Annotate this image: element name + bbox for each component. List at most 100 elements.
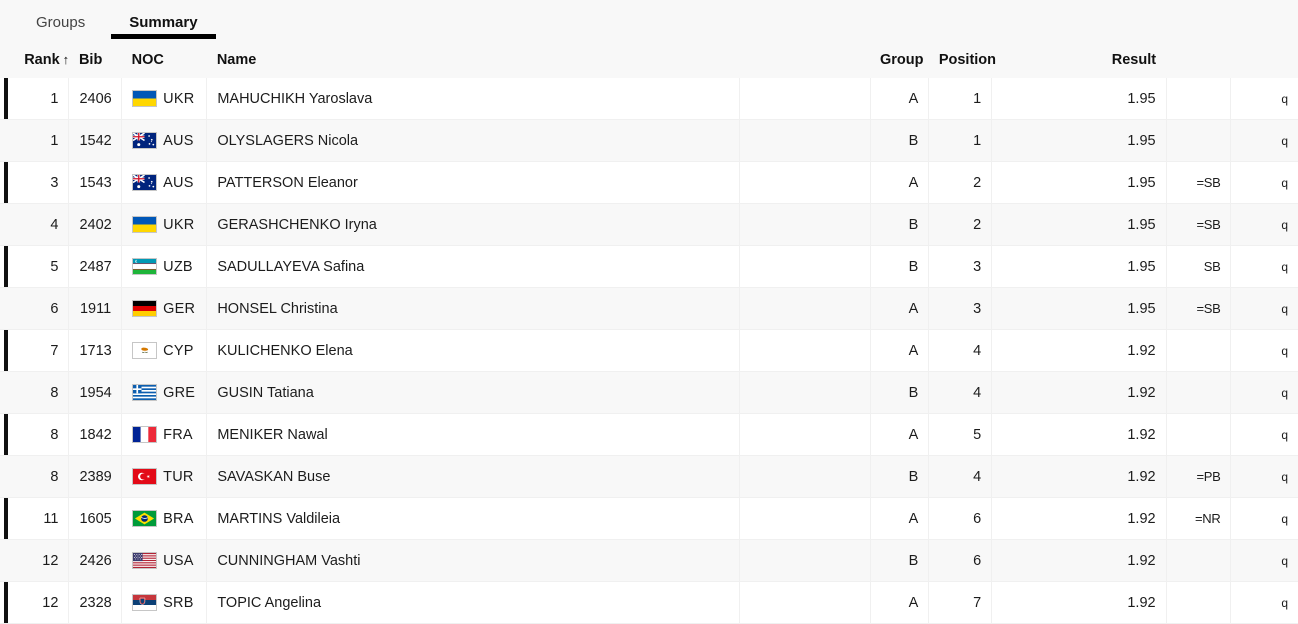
table-row[interactable]: 12 2426 USA CUNNINGHAM Vashti B 6 1.92 q (0, 539, 1298, 582)
flag-srb-icon (132, 594, 158, 611)
row-marker-cell (0, 329, 15, 372)
record-badge: =SB (1196, 216, 1221, 232)
cell-noc: USA (121, 539, 208, 582)
noc-code-label: AUS (163, 174, 194, 191)
qualification-mark: q (1281, 175, 1288, 190)
noc-code-label: UKR (163, 90, 195, 107)
rank-marker-bar (4, 330, 8, 371)
col-header-result[interactable]: Result (991, 44, 1167, 78)
cell-qualification: q (1230, 413, 1298, 456)
cell-noc: CYP (121, 329, 208, 372)
cell-result: 1.92 (991, 455, 1167, 498)
noc-code-label: USA (163, 552, 194, 569)
cell-qualification: q (1230, 203, 1298, 246)
cell-bib: 2328 (68, 581, 123, 624)
table-row[interactable]: 4 2402 UKR GERASHCHENKO Iryna B 2 1.95 =SB q (0, 203, 1298, 246)
cell-position: 3 (928, 287, 993, 330)
table-row[interactable]: 5 2487 UZB SADULLAYEVA Safina B 3 1.95 SB q (0, 245, 1298, 288)
flag-ukr-icon (132, 90, 158, 107)
flag-uzb-icon (132, 258, 158, 275)
cell-qualification: q (1230, 581, 1298, 624)
cell-record-badge: SB (1166, 245, 1232, 288)
table-row[interactable]: 7 1713 CYP KULICHENKO Elena A 4 1.92 q (0, 329, 1298, 372)
cell-name: OLYSLAGERS Nicola (206, 119, 740, 162)
cell-bib: 2402 (68, 203, 123, 246)
cell-noc: SRB (121, 581, 208, 624)
col-header-rank[interactable]: Rank ↑ (14, 44, 69, 78)
cell-qualification: q (1230, 329, 1298, 372)
cell-blank (739, 371, 871, 414)
col-header-bib[interactable]: Bib (68, 44, 122, 78)
tab-groups[interactable]: Groups (14, 0, 107, 44)
col-header-noc[interactable]: NOC (121, 44, 207, 78)
table-row[interactable]: 8 1954 GRE GUSIN Tatiana B 4 1.92 q (0, 371, 1298, 414)
table-row[interactable]: 8 1842 FRA MENIKER Nawal A 5 1.92 q (0, 413, 1298, 456)
athlete-name-label: CUNNINGHAM Vashti (217, 552, 361, 569)
cell-noc: GER (121, 287, 208, 330)
col-header-name[interactable]: Name (206, 44, 740, 78)
rank-marker-bar (4, 498, 8, 539)
cell-noc: AUS (121, 161, 208, 204)
qualification-mark: q (1281, 91, 1288, 106)
qualification-mark: q (1281, 301, 1288, 316)
qualification-mark: q (1281, 343, 1288, 358)
col-header-group[interactable]: Group (870, 44, 929, 78)
cell-qualification: q (1230, 78, 1298, 120)
cell-record-badge (1166, 119, 1232, 162)
cell-position: 6 (928, 497, 993, 540)
cell-group: B (870, 203, 930, 246)
table-row[interactable]: 11 1605 BRA MARTINS Valdileia A 6 1.92 =NR q (0, 497, 1298, 540)
cell-rank: 12 (14, 581, 70, 624)
cell-rank: 1 (14, 78, 70, 120)
noc-code-label: UKR (163, 216, 195, 233)
cell-group: B (870, 455, 930, 498)
cell-group: A (870, 329, 930, 372)
noc-code-label: GRE (163, 384, 196, 401)
qualification-mark: q (1281, 259, 1288, 274)
table-row[interactable]: 8 2389 TUR SAVASKAN Buse B 4 1.92 =PB q (0, 455, 1298, 498)
row-marker-cell (0, 455, 15, 498)
rank-marker-bar (4, 120, 8, 161)
flag-bra-icon (132, 510, 158, 527)
cell-group: B (870, 371, 930, 414)
rank-marker-bar (4, 162, 8, 203)
cell-position: 4 (928, 371, 993, 414)
cell-group: A (870, 497, 930, 540)
cell-position: 5 (928, 413, 993, 456)
col-header-position[interactable]: Position (928, 44, 996, 78)
cell-name: KULICHENKO Elena (206, 329, 740, 372)
cell-qualification: q (1230, 497, 1298, 540)
table-row[interactable]: 6 1911 GER HONSEL Christina A 3 1.95 =SB q (0, 287, 1298, 330)
cell-result: 1.92 (991, 539, 1167, 582)
table-row[interactable]: 3 1543 AUS PATTERSON Eleanor A 2 1.95 =SB q (0, 161, 1298, 204)
table-row[interactable]: 1 1542 AUS OLYSLAGERS Nicola B 1 1.95 q (0, 119, 1298, 162)
col-header-badge (1166, 44, 1231, 78)
cell-qualification: q (1230, 371, 1298, 414)
row-marker-cell (0, 119, 15, 162)
table-row[interactable]: 1 2406 UKR MAHUCHIKH Yaroslava A 1 1.95 q (0, 78, 1298, 120)
cell-blank (739, 539, 871, 582)
tab-summary[interactable]: Summary (107, 0, 219, 44)
cell-name: GERASHCHENKO Iryna (206, 203, 740, 246)
record-badge: =SB (1196, 174, 1221, 190)
flag-ger-icon (132, 300, 158, 317)
cell-noc: TUR (121, 455, 208, 498)
rank-marker-bar (4, 582, 8, 623)
results-table: Rank ↑ Bib NOC Name Group Position Result… (0, 44, 1298, 624)
tab-bar: Groups Summary (0, 0, 1298, 44)
qualification-mark: q (1281, 595, 1288, 610)
noc-code-label: UZB (163, 258, 193, 275)
cell-position: 7 (928, 581, 993, 624)
cell-bib: 2426 (68, 539, 123, 582)
cell-record-badge: =PB (1166, 455, 1232, 498)
cell-group: A (870, 78, 930, 120)
cell-record-badge (1166, 371, 1232, 414)
row-marker-cell (0, 161, 15, 204)
cell-name: MARTINS Valdileia (206, 497, 740, 540)
qualification-mark: q (1281, 217, 1288, 232)
athlete-name-label: SADULLAYEVA Safina (217, 258, 365, 275)
rank-marker-bar (4, 372, 8, 413)
table-row[interactable]: 12 2328 SRB TOPIC Angelina A 7 1.92 q (0, 581, 1298, 624)
cell-rank: 8 (14, 455, 70, 498)
cell-position: 6 (928, 539, 993, 582)
